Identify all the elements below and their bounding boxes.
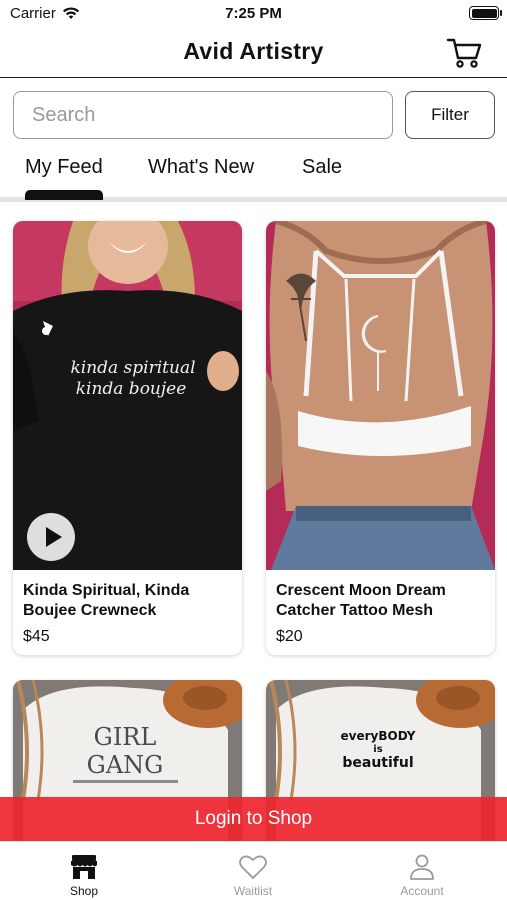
print-line: kinda spiritual (70, 358, 195, 378)
print-line: kinda boujee (76, 379, 187, 399)
print-line: GANG (87, 751, 164, 779)
product-card[interactable]: Crescent Moon Dream Catcher Tattoo Mesh … (266, 221, 495, 655)
product-image[interactable] (266, 221, 495, 570)
search-input[interactable] (13, 91, 393, 139)
status-bar: Carrier 7:25 PM (0, 0, 507, 28)
heart-icon (239, 855, 267, 879)
battery-tip (500, 10, 502, 16)
product-price: $45 (23, 628, 50, 645)
product-name[interactable]: Crescent Moon Dream Catcher Tattoo Mesh (276, 581, 488, 621)
shopping-cart-icon[interactable] (446, 36, 484, 70)
tab-my-feed[interactable]: My Feed (25, 156, 103, 179)
product-price: $20 (276, 628, 303, 645)
product-image[interactable]: kinda spiritual kinda boujee (13, 221, 242, 570)
storefront-icon (71, 855, 97, 879)
person-icon (410, 854, 434, 880)
print-line: is (373, 744, 382, 755)
tabbar-label: Account (400, 884, 444, 898)
filter-button[interactable]: Filter (405, 91, 495, 139)
app-screen: Carrier 7:25 PM Avid Artistry Filter My … (0, 0, 507, 900)
page-title: Avid Artistry (183, 38, 324, 64)
tabbar-item-shop[interactable]: Shop (24, 842, 144, 900)
active-tab-indicator (25, 190, 103, 200)
bottom-tab-bar: Shop Waitlist Account (0, 841, 507, 900)
tab-sale[interactable]: Sale (302, 156, 342, 179)
login-to-shop-button[interactable]: Login to Shop (0, 797, 507, 841)
tab-whats-new[interactable]: What's New (148, 156, 254, 179)
tabbar-item-waitlist[interactable]: Waitlist (193, 842, 313, 900)
product-name[interactable]: Kinda Spiritual, Kinda Boujee Crewneck (23, 581, 235, 621)
tabbar-label: Shop (69, 884, 99, 898)
play-icon (46, 527, 62, 547)
tabbar-item-account[interactable]: Account (362, 842, 482, 900)
tabbar-label: Waitlist (233, 884, 273, 898)
print-line: GIRL (94, 723, 157, 751)
battery-icon (469, 6, 499, 20)
status-time: 7:25 PM (225, 5, 282, 22)
app-header: Avid Artistry (0, 28, 507, 78)
print-line: beautiful (342, 755, 413, 771)
print-line: everyBODY (341, 729, 416, 743)
product-card[interactable]: kinda spiritual kinda boujee Kinda Spiri… (13, 221, 242, 655)
play-video-button[interactable] (27, 513, 75, 561)
